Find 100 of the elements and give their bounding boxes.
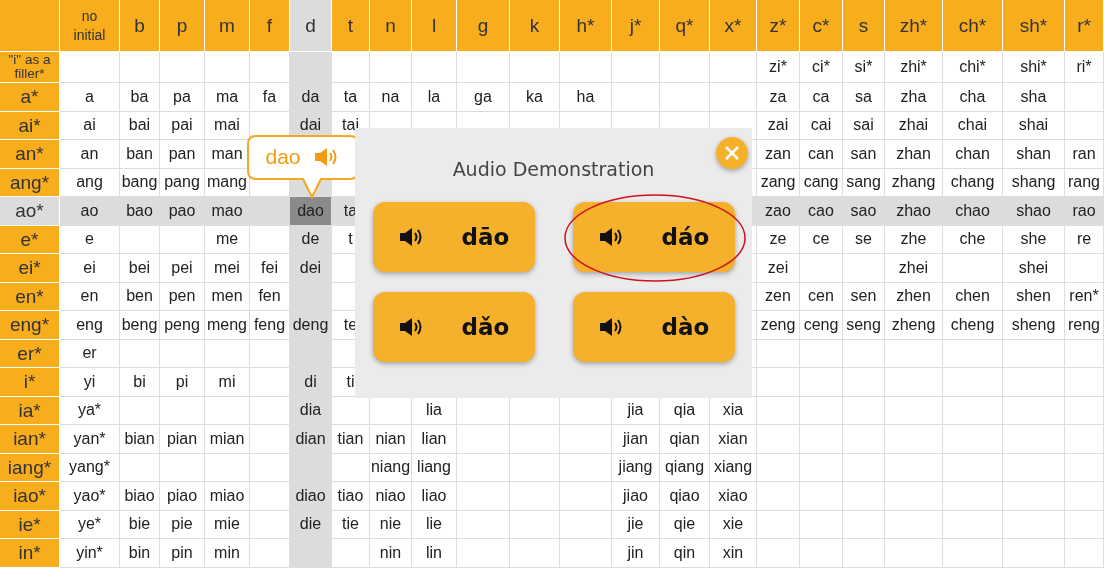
syllable-cell[interactable]: cai <box>800 111 843 140</box>
syllable-cell[interactable]: chen <box>943 282 1003 311</box>
syllable-cell[interactable]: zhen <box>885 282 943 311</box>
column-header[interactable]: h* <box>560 0 612 52</box>
play-button[interactable]: dào <box>572 292 735 362</box>
syllable-cell[interactable]: sa <box>843 83 885 112</box>
syllable-cell[interactable]: si* <box>843 52 885 83</box>
syllable-cell[interactable]: bei <box>120 254 160 283</box>
syllable-cell[interactable]: shao <box>1003 197 1065 226</box>
syllable-cell[interactable]: ci* <box>800 52 843 83</box>
syllable-cell[interactable]: xiao <box>710 482 757 511</box>
syllable-cell[interactable]: bao <box>120 197 160 226</box>
syllable-cell[interactable]: la <box>412 83 457 112</box>
syllable-cell[interactable]: pai <box>160 111 205 140</box>
play-button[interactable]: dǎo <box>372 292 535 362</box>
syllable-cell[interactable]: bian <box>120 425 160 454</box>
column-header[interactable]: d <box>290 0 332 52</box>
syllable-cell[interactable]: ban <box>120 140 160 169</box>
syllable-cell[interactable]: zhe <box>885 225 943 254</box>
syllable-cell[interactable]: peng <box>160 311 205 340</box>
syllable-cell[interactable]: ta <box>332 83 370 112</box>
syllable-cell[interactable]: yi <box>60 368 120 397</box>
syllable-cell[interactable]: zen <box>757 282 800 311</box>
syllable-cell[interactable]: de <box>290 225 332 254</box>
column-header[interactable]: q* <box>660 0 710 52</box>
syllable-cell[interactable]: pan <box>160 140 205 169</box>
syllable-cell[interactable]: zhi* <box>885 52 943 83</box>
syllable-cell[interactable]: dei <box>290 254 332 283</box>
play-button[interactable]: dāo <box>372 202 535 272</box>
syllable-cell[interactable]: liao <box>412 482 457 511</box>
syllable-cell[interactable]: ran <box>1065 140 1104 169</box>
syllable-cell[interactable]: pao <box>160 197 205 226</box>
syllable-cell[interactable]: zhei <box>885 254 943 283</box>
column-header[interactable]: t <box>332 0 370 52</box>
syllable-cell[interactable]: miao <box>205 482 250 511</box>
syllable-cell[interactable]: rao <box>1065 197 1104 226</box>
syllable-cell[interactable]: en <box>60 282 120 311</box>
syllable-cell[interactable]: lie <box>412 510 457 539</box>
syllable-cell[interactable]: nin <box>370 539 412 568</box>
column-header[interactable]: j* <box>612 0 660 52</box>
syllable-cell[interactable]: ya* <box>60 396 120 425</box>
row-header[interactable]: in* <box>0 539 60 568</box>
column-header[interactable]: ch* <box>943 0 1003 52</box>
syllable-cell[interactable]: na <box>370 83 412 112</box>
syllable-cell[interactable]: mian <box>205 425 250 454</box>
syllable-cell[interactable]: reng <box>1065 311 1104 340</box>
syllable-cell[interactable]: shen <box>1003 282 1065 311</box>
syllable-cell[interactable]: yang* <box>60 453 120 482</box>
syllable-cell[interactable]: tian <box>332 425 370 454</box>
column-header[interactable]: p <box>160 0 205 52</box>
syllable-cell[interactable]: dao <box>290 197 332 226</box>
syllable-cell[interactable]: can <box>800 140 843 169</box>
row-header[interactable]: ei* <box>0 254 60 283</box>
row-header[interactable]: a* <box>0 83 60 112</box>
syllable-cell[interactable]: biao <box>120 482 160 511</box>
column-header[interactable]: s <box>843 0 885 52</box>
syllable-cell[interactable]: yin* <box>60 539 120 568</box>
syllable-cell[interactable]: jiang <box>612 453 660 482</box>
syllable-cell[interactable]: bai <box>120 111 160 140</box>
syllable-cell[interactable]: a <box>60 83 120 112</box>
syllable-cell[interactable]: sen <box>843 282 885 311</box>
row-header[interactable]: "i" as a filler* <box>0 52 60 83</box>
syllable-cell[interactable]: pen <box>160 282 205 311</box>
syllable-cell[interactable]: qiang <box>660 453 710 482</box>
column-header[interactable]: l <box>412 0 457 52</box>
syllable-cell[interactable]: nian <box>370 425 412 454</box>
syllable-cell[interactable]: pei <box>160 254 205 283</box>
syllable-cell[interactable]: ga <box>457 83 510 112</box>
syllable-cell[interactable]: diao <box>290 482 332 511</box>
syllable-cell[interactable]: niao <box>370 482 412 511</box>
syllable-cell[interactable]: qin <box>660 539 710 568</box>
row-header[interactable]: ian* <box>0 425 60 454</box>
row-header[interactable]: i* <box>0 368 60 397</box>
syllable-cell[interactable]: seng <box>843 311 885 340</box>
row-header[interactable]: ao* <box>0 197 60 226</box>
column-header[interactable]: zh* <box>885 0 943 52</box>
syllable-cell[interactable]: ca <box>800 83 843 112</box>
syllable-cell[interactable]: zi* <box>757 52 800 83</box>
syllable-cell[interactable]: pian <box>160 425 205 454</box>
column-header[interactable]: r* <box>1065 0 1104 52</box>
syllable-cell[interactable]: xin <box>710 539 757 568</box>
syllable-cell[interactable]: ba <box>120 83 160 112</box>
row-header[interactable]: an* <box>0 140 60 169</box>
column-header[interactable]: g <box>457 0 510 52</box>
syllable-cell[interactable]: ye* <box>60 510 120 539</box>
syllable-cell[interactable]: die <box>290 510 332 539</box>
syllable-cell[interactable]: lin <box>412 539 457 568</box>
close-button[interactable] <box>716 137 748 169</box>
syllable-cell[interactable]: shan <box>1003 140 1065 169</box>
row-header[interactable]: er* <box>0 339 60 368</box>
syllable-cell[interactable]: mi <box>205 368 250 397</box>
column-header[interactable]: x* <box>710 0 757 52</box>
syllable-cell[interactable]: se <box>843 225 885 254</box>
syllable-cell[interactable]: zha <box>885 83 943 112</box>
column-header[interactable]: z* <box>757 0 800 52</box>
syllable-cell[interactable]: ma <box>205 83 250 112</box>
row-header[interactable]: e* <box>0 225 60 254</box>
row-header[interactable]: iang* <box>0 453 60 482</box>
syllable-cell[interactable]: zhan <box>885 140 943 169</box>
syllable-cell[interactable]: eng <box>60 311 120 340</box>
